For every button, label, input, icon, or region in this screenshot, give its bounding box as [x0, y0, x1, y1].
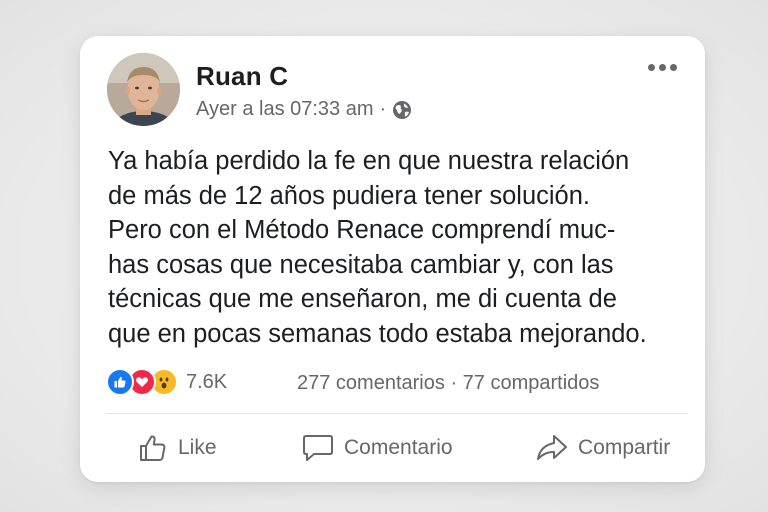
- reactions-count: 7.6K: [186, 370, 228, 393]
- globe-icon[interactable]: [392, 100, 412, 120]
- post-card: Ruan C Ayer a las 07:33 am · Ya había pe…: [80, 36, 705, 482]
- post-text-line: que en pocas semanas todo estaba mejoran…: [108, 319, 647, 348]
- share-arrow-icon: [537, 435, 567, 460]
- post-text-line: Ya había perdido la fe en que nuestra re…: [108, 147, 630, 175]
- post-meta: Ayer a las 07:33 am ·: [196, 98, 412, 121]
- more-dot: [659, 64, 666, 71]
- post-text-line: técnicas que me enseñaron, me di cuenta …: [108, 285, 617, 313]
- post-text-line: has cosas que necesitaba cambiar y, con …: [108, 250, 614, 279]
- action-bar: Like Comentario Compartir: [80, 428, 705, 468]
- stats-separator: ·: [450, 372, 458, 394]
- engagement-stats: 277 comentarios · 77 compartidos: [297, 372, 599, 395]
- like-button-label: Like: [178, 436, 217, 459]
- comment-button[interactable]: Comentario: [301, 428, 453, 468]
- author-name[interactable]: Ruan C: [196, 61, 288, 92]
- share-button[interactable]: Compartir: [535, 428, 670, 468]
- meta-separator: ·: [379, 98, 387, 120]
- comment-button-label: Comentario: [344, 436, 453, 459]
- share-button-label: Compartir: [578, 436, 671, 459]
- post-text-line: de más de 12 años pudiera tener solución…: [108, 181, 590, 210]
- shares-count[interactable]: 77 compartidos: [463, 372, 600, 394]
- more-options-icon[interactable]: [648, 64, 677, 71]
- reactions-summary[interactable]: 7.6K: [106, 368, 227, 396]
- page-background: Ruan C Ayer a las 07:33 am · Ya había pe…: [0, 0, 768, 512]
- divider: [106, 413, 687, 414]
- comments-count[interactable]: 277 comentarios: [297, 372, 445, 394]
- more-dot: [648, 64, 655, 71]
- more-dot: [670, 64, 677, 71]
- post-timestamp[interactable]: Ayer a las 07:33 am: [196, 98, 374, 121]
- thumbs-up-icon: [140, 435, 166, 461]
- like-reaction-icon: [106, 368, 134, 396]
- like-button[interactable]: Like: [137, 428, 217, 468]
- post-text: Ya había perdido la fe en que nuestra re…: [108, 144, 708, 351]
- comment-bubble-icon: [303, 435, 333, 461]
- post-text-line: Pero con el Método Renace comprendí muc-: [108, 216, 616, 244]
- avatar-photo: [107, 53, 180, 126]
- avatar[interactable]: [107, 53, 180, 126]
